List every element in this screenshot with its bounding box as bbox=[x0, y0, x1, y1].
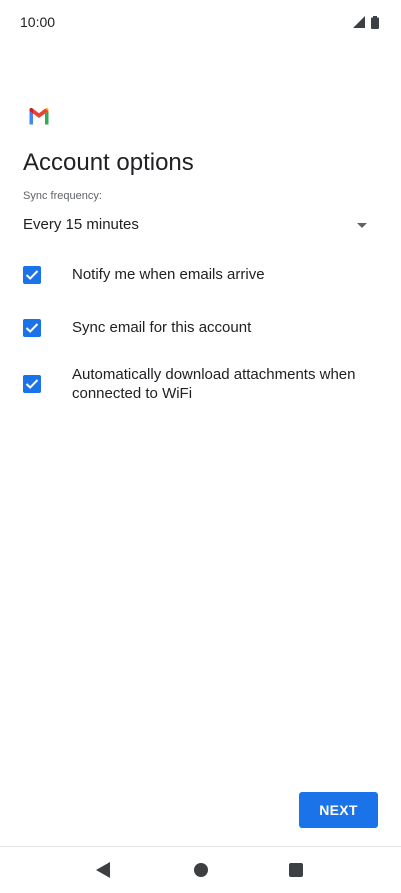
option-download-attachments[interactable]: Automatically download attachments when … bbox=[23, 365, 383, 405]
navigation-bar bbox=[0, 846, 401, 893]
sync-frequency-dropdown[interactable]: Every 15 minutes bbox=[23, 210, 373, 240]
recents-icon[interactable] bbox=[289, 863, 303, 877]
check-icon bbox=[25, 270, 39, 280]
page-title: Account options bbox=[23, 149, 194, 176]
sync-frequency-value: Every 15 minutes bbox=[23, 216, 139, 233]
checkbox-download-attachments[interactable] bbox=[23, 375, 41, 393]
next-button[interactable]: NEXT bbox=[299, 792, 378, 828]
back-icon[interactable] bbox=[96, 862, 110, 878]
status-time: 10:00 bbox=[20, 14, 56, 30]
sync-frequency-label: Sync frequency: bbox=[23, 190, 102, 202]
check-icon bbox=[25, 323, 39, 333]
gmail-logo-icon bbox=[29, 107, 49, 125]
status-icons bbox=[353, 15, 379, 29]
checkbox-sync-email[interactable] bbox=[23, 319, 41, 337]
checkbox-notify-emails[interactable] bbox=[23, 266, 41, 284]
option-label-sync-email: Sync email for this account bbox=[72, 319, 252, 336]
option-label-download-attachments: Automatically download attachments when … bbox=[72, 366, 356, 402]
check-icon bbox=[25, 379, 39, 389]
option-label-notify-emails: Notify me when emails arrive bbox=[72, 266, 265, 283]
home-icon[interactable] bbox=[194, 863, 208, 877]
option-sync-email[interactable]: Sync email for this account bbox=[23, 317, 383, 339]
status-bar: 10:00 bbox=[0, 0, 401, 46]
signal-icon bbox=[353, 16, 365, 28]
battery-icon bbox=[371, 15, 379, 29]
dropdown-arrow-icon bbox=[357, 223, 367, 228]
option-notify-emails[interactable]: Notify me when emails arrive bbox=[23, 264, 383, 286]
